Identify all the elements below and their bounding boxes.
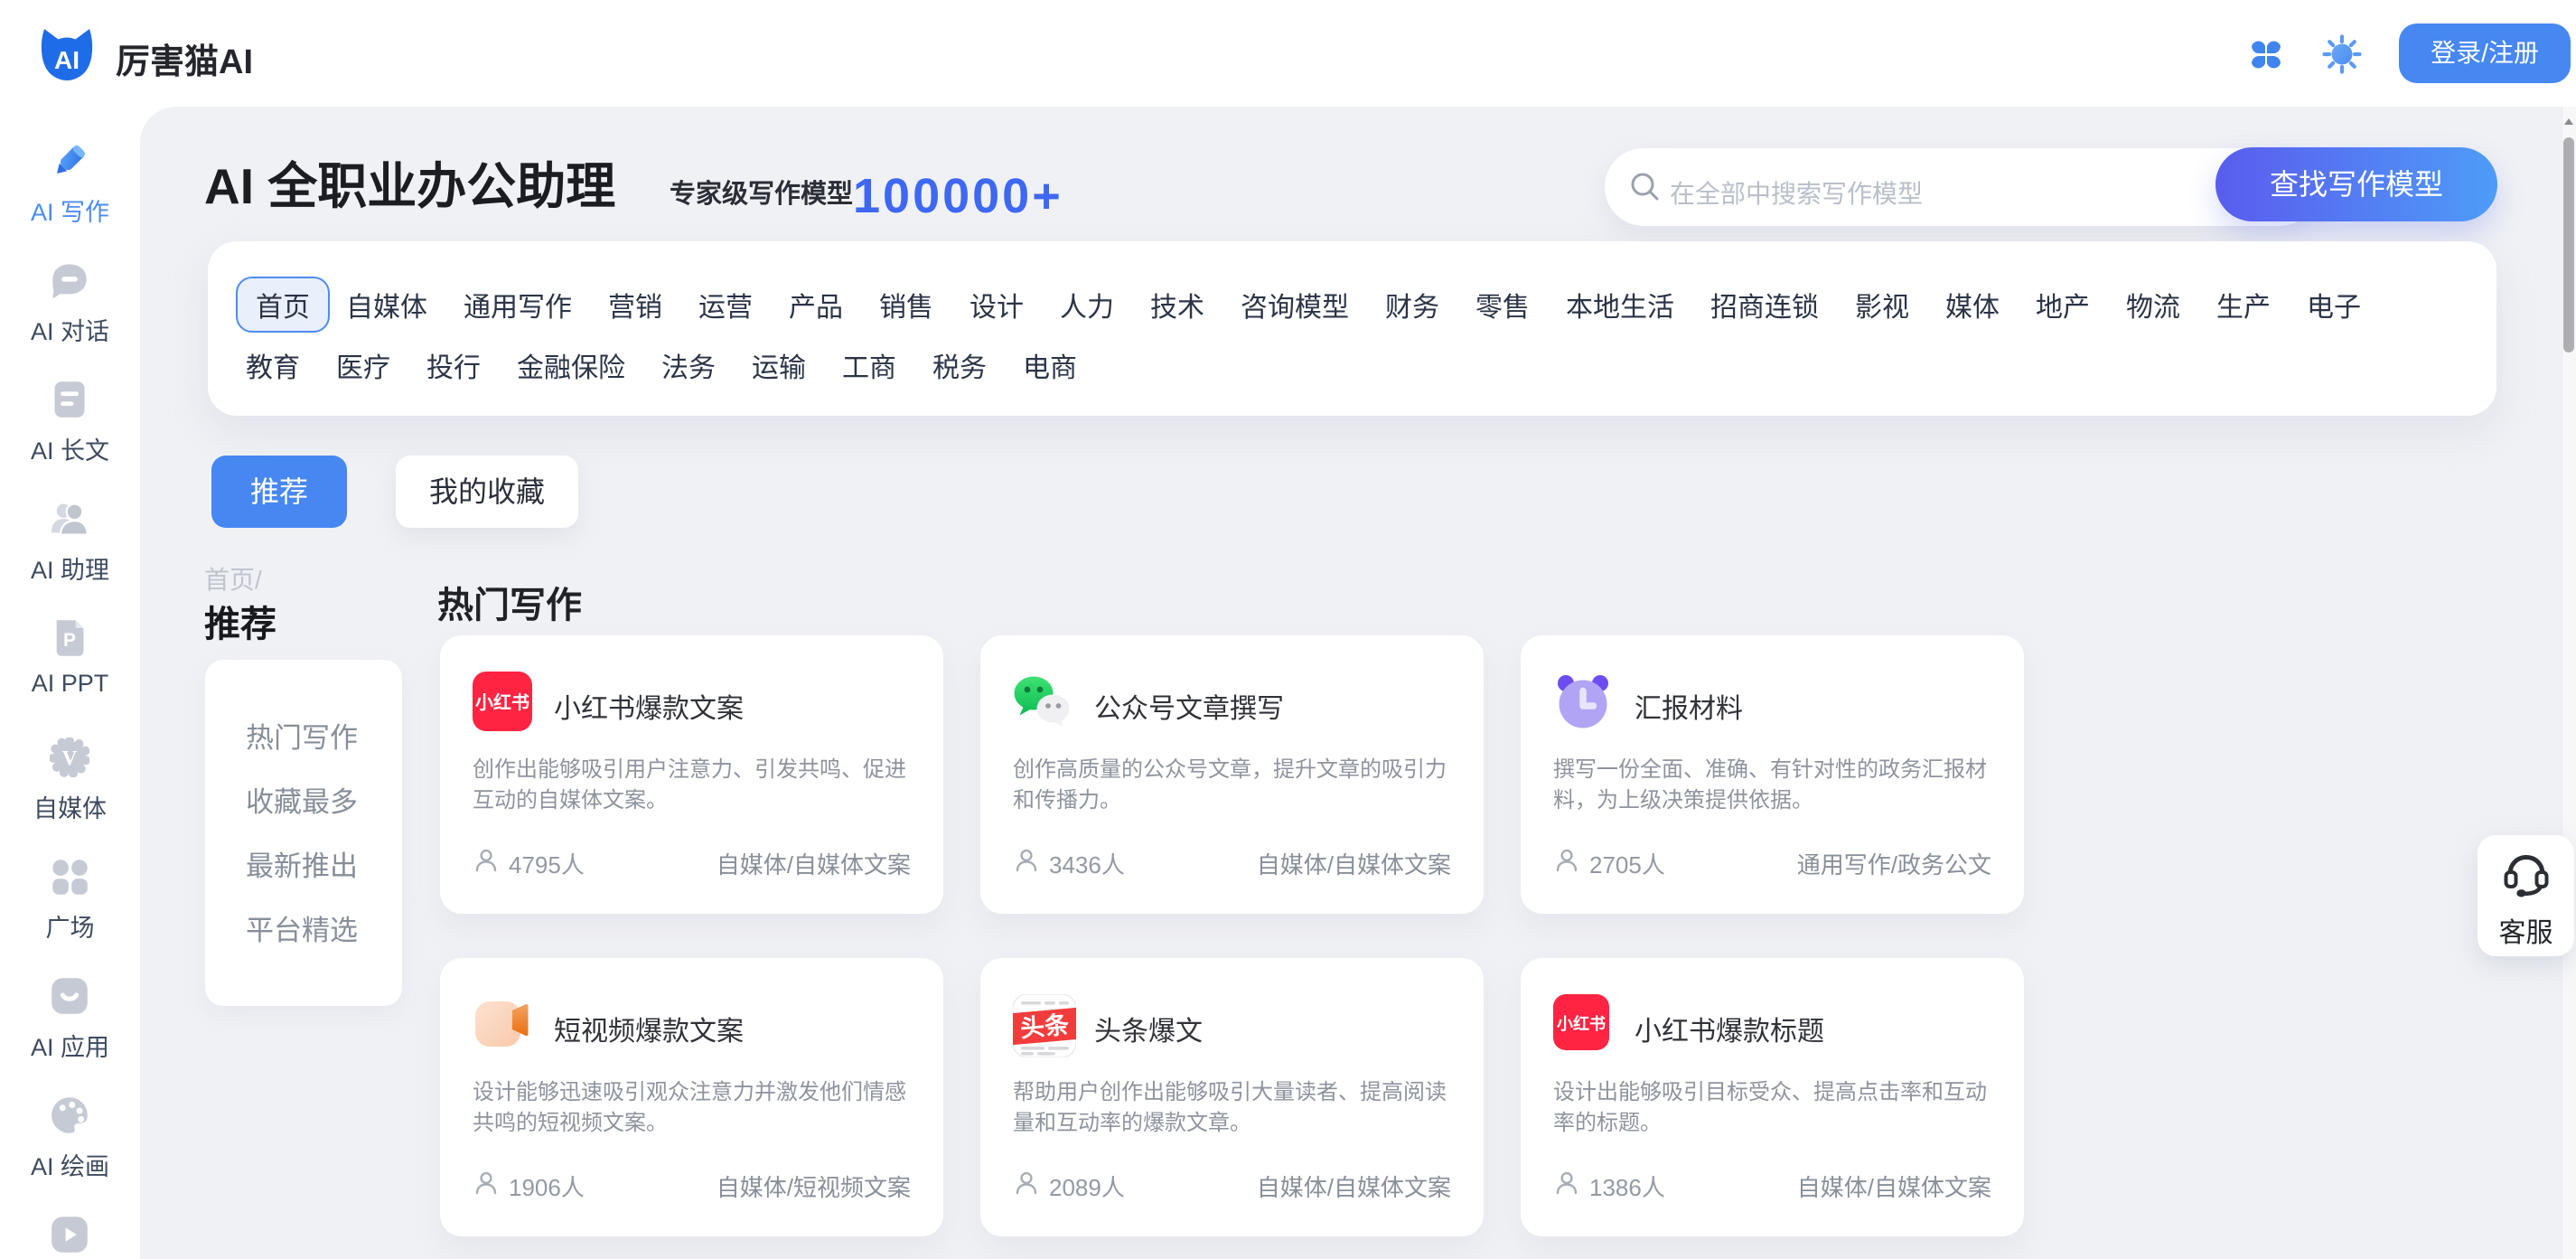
svg-text:小红书: 小红书 (1557, 1014, 1606, 1033)
svg-text:小红书: 小红书 (475, 691, 529, 713)
svg-text:头条: 头条 (1019, 1011, 1071, 1043)
svg-text:AI: AI (54, 46, 80, 74)
svg-text:P: P (63, 630, 76, 651)
svg-text:V: V (62, 746, 78, 769)
